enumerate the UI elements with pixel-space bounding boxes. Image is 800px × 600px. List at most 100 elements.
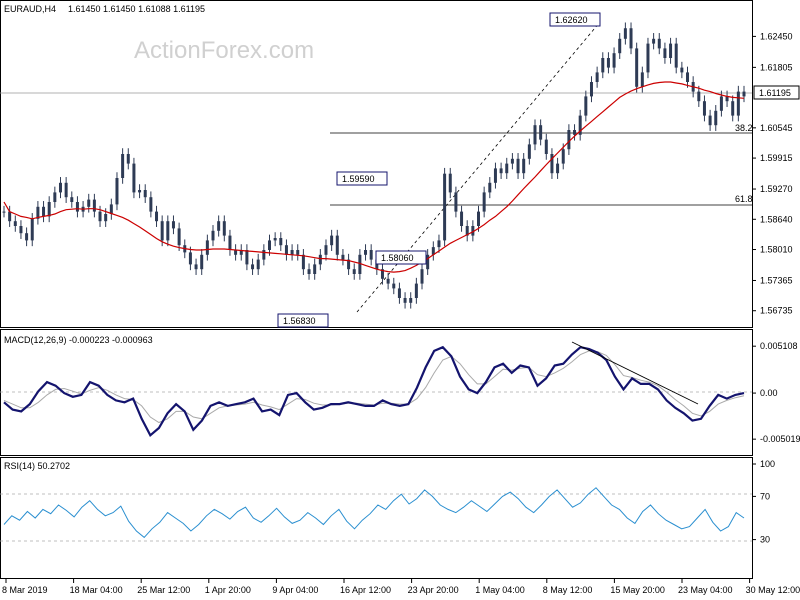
- candle-body: [674, 43, 678, 68]
- candle-body: [646, 43, 650, 73]
- macd-panel-frame: [0, 329, 753, 456]
- candle-body: [618, 38, 622, 54]
- fib-label-38: 38.2: [735, 123, 753, 133]
- current-price-box: 1.61195: [753, 85, 800, 100]
- candle-body: [742, 91, 746, 97]
- svg-text:1.59590: 1.59590: [342, 174, 375, 184]
- candle-body: [510, 158, 514, 164]
- price-tick-label: 1.57365: [760, 275, 793, 285]
- watermark: ActionForex.com: [134, 37, 314, 64]
- candle-body: [70, 197, 74, 202]
- candle-body: [200, 254, 204, 270]
- candle-body: [313, 264, 317, 274]
- candle-body: [42, 206, 46, 217]
- price-tick-label: 1.58010: [760, 245, 793, 255]
- candle-body: [369, 250, 373, 260]
- candle-body: [13, 221, 17, 226]
- time-tick-label: 15 May 20:00: [610, 585, 665, 595]
- candle-body: [539, 125, 543, 140]
- candle-body: [30, 218, 34, 241]
- svg-text:1.61195: 1.61195: [759, 88, 791, 98]
- candle-body: [341, 254, 345, 260]
- candle-body: [296, 250, 300, 255]
- candle-body: [392, 283, 396, 289]
- candle-body: [149, 197, 153, 212]
- candle-body: [714, 110, 718, 126]
- price-tick-label: 1.58640: [760, 214, 793, 224]
- candle-body: [482, 192, 486, 212]
- time-tick-label: 25 Mar 12:00: [137, 585, 190, 595]
- candle-body: [516, 158, 520, 174]
- price-label-1-58060: 1.58060: [375, 250, 427, 265]
- rsi-tick-label: 30: [760, 535, 770, 545]
- candle-body: [256, 259, 260, 270]
- rsi-y-axis: 100 70 30: [752, 459, 775, 545]
- candle-body: [397, 288, 401, 298]
- candle-body: [522, 158, 526, 174]
- candle-body: [652, 38, 656, 44]
- candle-body: [657, 38, 661, 49]
- candle-body: [426, 254, 430, 270]
- candle-body: [556, 163, 560, 174]
- candle-body: [708, 115, 712, 126]
- candle-body: [544, 139, 548, 154]
- price-tick-label: 1.62450: [760, 31, 793, 41]
- symbol-title: EURAUD,H4: [4, 4, 56, 14]
- time-tick-label: 8 May 12:00: [543, 585, 593, 595]
- candle-body: [290, 250, 294, 255]
- candle-body: [194, 264, 198, 270]
- candle-body: [640, 72, 644, 87]
- candle-body: [138, 190, 142, 193]
- price-tick-label: 1.60545: [760, 123, 793, 133]
- ohlc-readout: 1.61450 1.61450 1.61088 1.61195: [68, 4, 205, 14]
- candle-body: [92, 199, 96, 212]
- candle-body: [53, 192, 57, 202]
- macd-tick-label: 0.005108: [760, 341, 798, 351]
- candle-body: [488, 182, 492, 193]
- candle-body: [635, 48, 639, 87]
- candle-body: [697, 91, 701, 102]
- candle-body: [8, 211, 12, 222]
- candle-body: [731, 101, 735, 116]
- candle-body: [719, 96, 723, 111]
- macd-y-axis: 0.005108 0.00 -0.005019: [752, 341, 800, 444]
- rsi-tick-label: 100: [760, 459, 775, 469]
- macd-tick-label: 0.00: [760, 388, 778, 398]
- rsi-panel-frame: [0, 457, 753, 579]
- candle-body: [126, 154, 130, 164]
- price-label-1-59590: 1.59590: [336, 171, 388, 186]
- candle-body: [589, 82, 593, 97]
- price-tick-label: 1.56735: [760, 306, 793, 316]
- candle-body: [669, 43, 673, 58]
- time-tick-label: 1 May 04:00: [475, 585, 525, 595]
- svg-text:1.58060: 1.58060: [381, 253, 414, 263]
- candle-body: [335, 235, 339, 255]
- time-tick-label: 16 Apr 12:00: [340, 585, 391, 595]
- candle-body: [460, 211, 464, 226]
- rsi-title: RSI(14) 50.2702: [4, 461, 70, 471]
- candle-body: [477, 211, 481, 226]
- candle-body: [680, 67, 684, 73]
- candle-body: [75, 202, 79, 212]
- time-tick-label: 1 Apr 20:00: [205, 585, 251, 595]
- candle-body: [386, 278, 390, 284]
- candle-body: [104, 214, 108, 222]
- candle-body: [234, 250, 238, 255]
- candle-body: [595, 72, 599, 82]
- price-y-axis: 1.62450 1.61805 1.60545 1.59915 1.59270 1.586…: [752, 31, 793, 316]
- candle-body: [205, 240, 209, 255]
- price-tick-label: 1.61805: [760, 62, 793, 72]
- candle-body: [25, 233, 29, 241]
- candle-body: [251, 264, 255, 270]
- candle-body: [454, 192, 458, 212]
- candle-body: [171, 221, 175, 229]
- candle-body: [437, 240, 441, 248]
- price-label-1-56830: 1.56830: [277, 313, 329, 328]
- candle-body: [448, 173, 452, 193]
- candle-body: [19, 226, 23, 234]
- candle-body: [47, 202, 51, 217]
- candle-body: [143, 190, 147, 198]
- candle-body: [702, 101, 706, 116]
- candle-body: [505, 163, 509, 174]
- candle-body: [623, 28, 627, 39]
